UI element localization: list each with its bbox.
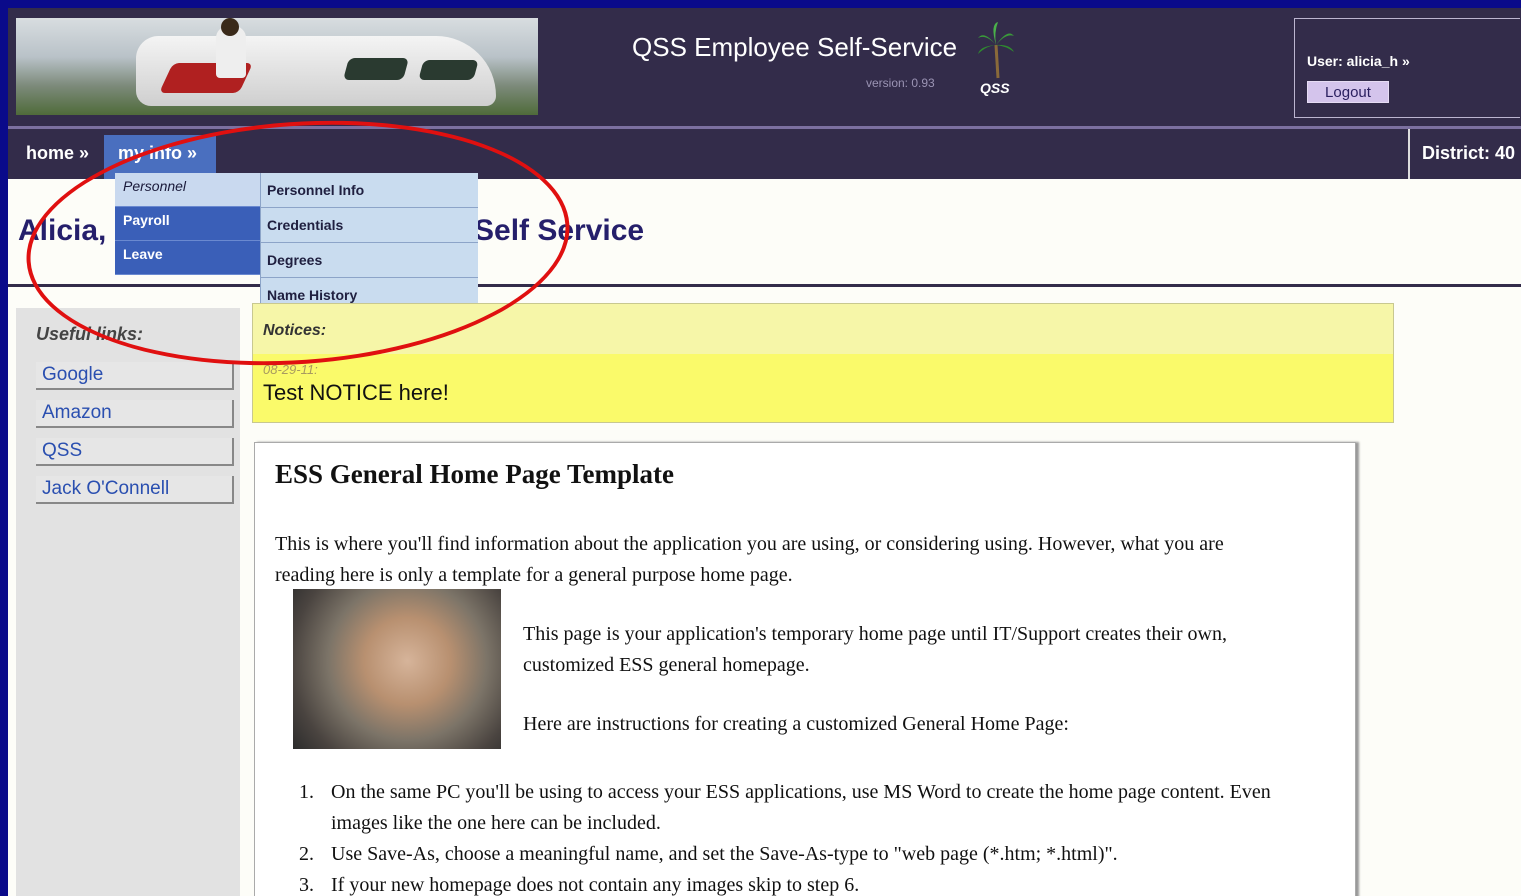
list-item: 1. On the same PC you'll be using to acce…: [299, 781, 1271, 834]
welcome-title: Alicia,: [18, 214, 107, 247]
notice-date: 08-29-11:: [263, 362, 318, 377]
notices-label: Notices:: [263, 322, 327, 339]
user-box: User: alicia_h » Logout: [1294, 18, 1520, 118]
nav-bar: home » my info » District: 40: [8, 129, 1521, 179]
steps-list: 1. On the same PC you'll be using to acce…: [275, 777, 1325, 896]
dropdown-category-leave[interactable]: Leave: [115, 241, 260, 275]
user-menu[interactable]: User: alicia_h »: [1307, 53, 1410, 69]
sidebar: Useful links: Google Amazon QSS Jack O'C…: [16, 308, 240, 896]
temp-home-paragraph: This page is your application's temporar…: [523, 623, 1227, 676]
link-google[interactable]: Google: [36, 362, 234, 390]
divider: [8, 284, 1521, 287]
link-amazon[interactable]: Amazon: [36, 400, 234, 428]
instructions-intro: Here are instructions for creating a cus…: [523, 713, 1069, 735]
list-item: 3. If your new homepage does not contain …: [299, 874, 860, 896]
welcome-title-end: Self Service: [474, 214, 645, 247]
list-item: 2. Use Save-As, choose a meaningful name,…: [299, 843, 1118, 865]
app-frame: QSS Employee Self-Service version: 0.93 …: [8, 8, 1521, 896]
notices-panel: Notices: 08-29-11: Test NOTICE here!: [252, 303, 1394, 423]
header-banner-image: [16, 18, 538, 115]
dropdown-items: Personnel Info Credentials Degrees Name …: [260, 173, 478, 313]
content-heading: ESS General Home Page Template: [275, 459, 674, 489]
menu-item-personnel-info[interactable]: Personnel Info: [260, 173, 478, 208]
dropdown-category-personnel[interactable]: Personnel: [115, 173, 260, 207]
link-qss[interactable]: QSS: [36, 438, 234, 466]
content-panel: ESS General Home Page Template This is w…: [254, 442, 1356, 896]
dropdown-category-payroll[interactable]: Payroll: [115, 207, 260, 241]
menu-item-credentials[interactable]: Credentials: [260, 208, 478, 243]
app-title: QSS Employee Self-Service: [632, 32, 958, 62]
dropdown-categories: Personnel Payroll Leave: [115, 173, 260, 275]
menu-item-degrees[interactable]: Degrees: [260, 243, 478, 278]
district-label: District: 40: [1408, 129, 1515, 179]
nav-home[interactable]: home »: [26, 143, 89, 164]
logout-button[interactable]: Logout: [1307, 81, 1389, 103]
sidebar-title: Useful links:: [36, 324, 144, 344]
link-jack-oconnell[interactable]: Jack O'Connell: [36, 476, 234, 504]
palm-tree-logo-icon: [978, 22, 1014, 79]
notice-text: Test NOTICE here!: [263, 380, 449, 405]
header: QSS Employee Self-Service version: 0.93 …: [8, 8, 1521, 129]
app-version: version: 0.93: [866, 76, 935, 90]
logo-label: QSS: [980, 80, 1010, 96]
hands-photo: [293, 589, 501, 749]
intro-paragraph: This is where you'll find information ab…: [275, 533, 1224, 586]
